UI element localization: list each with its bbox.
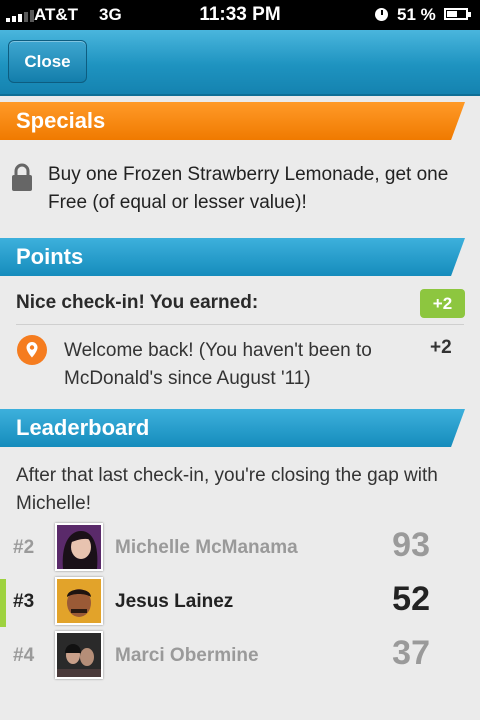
leaderboard-row[interactable]: #4 Marci Obermine 37 xyxy=(0,631,480,683)
leaderboard-score: 37 xyxy=(392,634,430,672)
battery-icon xyxy=(444,8,471,20)
points-earned-badge: +2 xyxy=(420,289,465,318)
battery-percentage: 51 % xyxy=(397,5,436,24)
leaderboard-rank: #4 xyxy=(13,645,35,666)
leaderboard-name: Michelle McManama xyxy=(115,537,298,558)
leaderboard-score: 93 xyxy=(392,526,430,564)
navigation-bar: Close xyxy=(0,30,480,96)
leaderboard-score: 52 xyxy=(392,580,430,618)
status-bar: AT&T 3G 11:33 PM 51 % xyxy=(0,0,480,30)
leaderboard-rank: #2 xyxy=(13,537,35,558)
current-user-marker xyxy=(0,579,6,627)
leaderboard-rank: #3 xyxy=(13,591,35,612)
specials-description: Buy one Frozen Strawberry Lemonade, get … xyxy=(48,164,449,213)
specials-header: Specials xyxy=(0,102,465,140)
points-reason-value: +2 xyxy=(430,337,452,358)
avatar[interactable] xyxy=(55,577,103,625)
battery-fill xyxy=(447,11,458,17)
points-header: Points xyxy=(0,238,465,276)
points-earned-label: Nice check-in! You earned: xyxy=(16,292,259,313)
leaderboard-name: Jesus Lainez xyxy=(115,591,234,612)
points-reason: Welcome back! (You haven't been to McDon… xyxy=(64,340,372,389)
lock-icon xyxy=(12,163,32,191)
specials-section: Buy one Frozen Strawberry Lemonade, get … xyxy=(0,142,480,236)
location-pin-icon xyxy=(17,335,47,365)
close-button[interactable]: Close xyxy=(8,40,87,83)
leaderboard-row[interactable]: #2 Michelle McManama 93 xyxy=(0,523,480,575)
leaderboard-header: Leaderboard xyxy=(0,409,465,447)
avatar[interactable] xyxy=(55,523,103,571)
avatar[interactable] xyxy=(55,631,103,679)
alarm-clock-icon xyxy=(375,8,388,21)
leaderboard-message: After that last check-in, you're closing… xyxy=(16,465,438,514)
points-divider xyxy=(16,324,464,325)
leaderboard-row-current[interactable]: #3 Jesus Lainez 52 xyxy=(0,577,480,629)
leaderboard-name: Marci Obermine xyxy=(115,645,259,666)
